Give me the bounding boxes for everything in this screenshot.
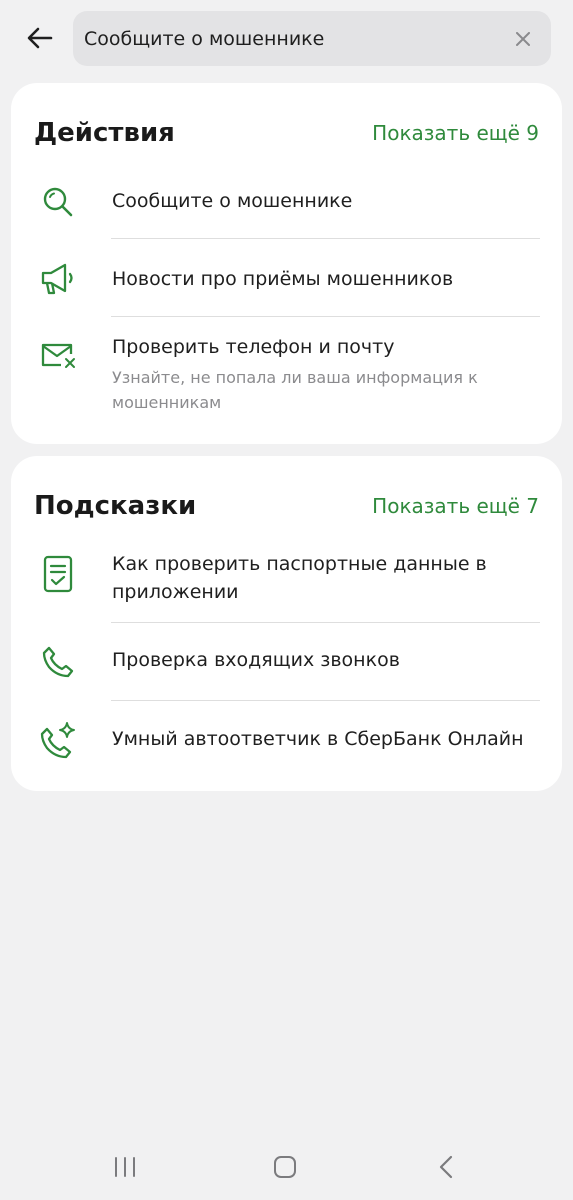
action-item-report-fraud[interactable]: Сообщите о мошеннике <box>11 175 562 237</box>
close-icon <box>516 32 530 46</box>
mail-icon <box>38 336 78 376</box>
chevron-left-icon <box>439 1155 453 1179</box>
action-item-subtitle: Узнайте, не попала ли ваша информация к … <box>112 368 478 412</box>
tip-item-passport-check[interactable]: Как проверить паспортные данные в прилож… <box>11 546 562 616</box>
search-input[interactable] <box>84 11 494 66</box>
tips-show-more-link[interactable]: Показать ещё 7 <box>372 494 539 518</box>
home-icon <box>274 1156 296 1178</box>
arrow-left-icon <box>27 27 53 49</box>
action-item-title: Новости про приёмы мошенников <box>112 268 454 290</box>
megaphone-icon <box>38 259 78 299</box>
recent-apps-icon <box>115 1157 135 1177</box>
tips-title: Подсказки <box>34 491 197 521</box>
search-icon <box>38 182 78 222</box>
action-item-title: Проверить телефон и почту <box>112 336 395 358</box>
action-item-title: Сообщите о мошеннике <box>112 190 353 212</box>
search-box[interactable] <box>73 11 551 66</box>
divider <box>111 316 540 317</box>
action-item-fraud-news[interactable]: Новости про приёмы мошенников <box>11 248 562 310</box>
actions-title: Действия <box>34 118 175 148</box>
divider <box>111 622 540 623</box>
phone-sparkle-icon <box>38 720 78 760</box>
divider <box>111 700 540 701</box>
back-button[interactable] <box>18 18 62 58</box>
home-button[interactable] <box>255 1147 315 1187</box>
phone-icon <box>38 642 78 682</box>
actions-card: Действия Показать ещё 9 Сообщите о мошен… <box>11 83 562 444</box>
clear-search-button[interactable] <box>509 25 537 53</box>
tip-item-title: Умный автоответчик в СберБанк Онлайн <box>112 728 524 750</box>
top-bar <box>0 0 573 78</box>
tip-item-incoming-calls[interactable]: Проверка входящих звонков <box>11 634 562 690</box>
system-navigation-bar <box>0 1133 573 1200</box>
tip-item-title: Проверка входящих звонков <box>112 649 400 671</box>
tip-item-title: Как проверить паспортные данные в прилож… <box>112 553 487 603</box>
tip-item-smart-answering[interactable]: Умный автоответчик в СберБанк Онлайн <box>11 711 562 771</box>
tips-card: Подсказки Показать ещё 7 Как проверить п… <box>11 456 562 791</box>
recent-apps-button[interactable] <box>95 1147 155 1187</box>
system-back-button[interactable] <box>416 1147 476 1187</box>
divider <box>111 238 540 239</box>
document-check-icon <box>38 554 78 594</box>
action-item-check-phone-email[interactable]: Проверить телефон и почту Узнайте, не по… <box>11 327 562 421</box>
actions-show-more-link[interactable]: Показать ещё 9 <box>372 121 539 145</box>
